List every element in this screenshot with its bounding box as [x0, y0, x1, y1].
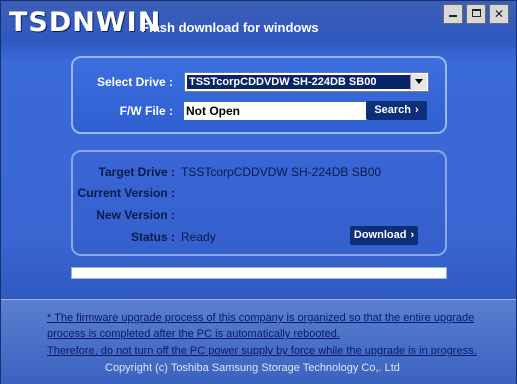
target-drive-label: Target Drive : [98, 165, 175, 179]
minimize-icon [449, 15, 457, 17]
download-button[interactable]: Download › [350, 226, 418, 245]
maximize-button[interactable] [466, 4, 486, 24]
notice-line-3[interactable]: Therefore, do not turn off the PC power … [47, 345, 477, 357]
select-drive-label: Select Drive : [96, 75, 173, 89]
chevron-right-icon: › [415, 104, 419, 116]
close-icon: ✕ [493, 7, 505, 21]
drive-info-panel: Target Drive : TSSTcorpCDDVDW SH-224DB S… [71, 150, 447, 256]
current-version-label: Current Version : [77, 186, 175, 200]
app-subtitle: Flash download for windows [141, 20, 319, 35]
chevron-down-icon [415, 79, 423, 84]
app-logo: TSDNWIN [9, 7, 162, 38]
dropdown-arrow-button[interactable] [410, 74, 427, 90]
copyright-text: Copyright (c) Toshiba Samsung Storage Te… [105, 362, 400, 374]
search-button[interactable]: Search › [366, 101, 427, 120]
notice-line-2[interactable]: process is completed after the PC is aut… [47, 328, 340, 340]
target-drive-value: TSSTcorpCDDVDW SH-224DB SB00 [181, 165, 382, 179]
search-button-label: Search [374, 104, 412, 116]
minimize-button[interactable] [443, 4, 463, 24]
notice-line-1[interactable]: * The firmware upgrade process of this c… [47, 312, 474, 324]
title-bar: TSDNWIN Flash download for windows ✕ [1, 1, 516, 45]
status-value: Ready [181, 230, 216, 244]
drive-select[interactable]: TSSTcorpCDDVDW SH-224DB SB00 [184, 72, 429, 92]
drive-select-value: TSSTcorpCDDVDW SH-224DB SB00 [187, 75, 413, 89]
maximize-icon [471, 9, 481, 17]
close-button[interactable]: ✕ [489, 4, 509, 24]
chevron-right-icon: › [410, 229, 415, 241]
fw-file-field[interactable]: Not Open [184, 102, 369, 120]
app-window: TSDNWIN Flash download for windows ✕ Sel… [0, 0, 517, 384]
drive-selection-panel: Select Drive : TSSTcorpCDDVDW SH-224DB S… [71, 56, 447, 134]
download-button-label: Download [353, 229, 407, 241]
progress-bar [71, 267, 447, 279]
new-version-label: New Version : [96, 208, 175, 222]
footer-notice: * The firmware upgrade process of this c… [1, 299, 516, 384]
status-label: Status : [130, 230, 175, 244]
fw-file-label: F/W File : [119, 104, 173, 118]
